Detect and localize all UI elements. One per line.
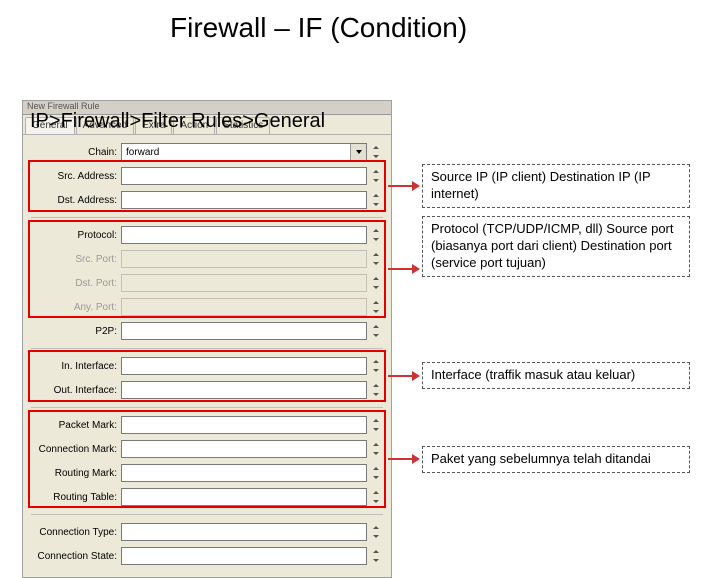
packet-mark-input[interactable] [121, 416, 367, 434]
label-protocol: Protocol: [31, 230, 121, 241]
label-routing-mark: Routing Mark: [31, 468, 121, 479]
label-in-interface: In. Interface: [31, 361, 121, 372]
connection-mark-input[interactable] [121, 440, 367, 458]
dst-address-input[interactable] [121, 191, 367, 209]
in-interface-input[interactable] [121, 357, 367, 375]
form-area: Chain: forward Src. Address: Dst. Addres… [23, 135, 391, 571]
chain-value: forward [126, 147, 159, 158]
annotation-protocol: Protocol (TCP/UDP/ICMP, dll) Source port… [422, 216, 690, 277]
field-stepper [369, 274, 383, 292]
src-address-input[interactable] [121, 167, 367, 185]
chain-select[interactable]: forward [121, 143, 367, 161]
label-packet-mark: Packet Mark: [31, 420, 121, 431]
field-stepper[interactable] [369, 226, 383, 244]
label-chain: Chain: [31, 147, 121, 158]
label-out-interface: Out. Interface: [31, 385, 121, 396]
field-stepper[interactable] [369, 167, 383, 185]
chevron-down-icon [350, 144, 366, 160]
annotation-mark: Paket yang sebelumnya telah ditandai [422, 446, 690, 473]
firewall-rule-dialog: New Firewall Rule General Advanced Extra… [22, 100, 392, 578]
label-src-port: Src. Port: [31, 254, 121, 265]
connection-type-input[interactable] [121, 523, 367, 541]
field-stepper[interactable] [369, 523, 383, 541]
field-stepper[interactable] [369, 191, 383, 209]
annotation-interface: Interface (traffik masuk atau keluar) [422, 362, 690, 389]
label-connection-mark: Connection Mark: [31, 444, 121, 455]
p2p-input[interactable] [121, 322, 367, 340]
dst-port-input [121, 274, 367, 292]
field-stepper [369, 250, 383, 268]
field-stepper[interactable] [369, 488, 383, 506]
connection-state-input[interactable] [121, 547, 367, 565]
arrow-icon [388, 375, 418, 376]
field-stepper[interactable] [369, 440, 383, 458]
label-dst-port: Dst. Port: [31, 278, 121, 289]
field-stepper[interactable] [369, 143, 383, 161]
page-title: Firewall – IF (Condition) [170, 12, 467, 44]
protocol-input[interactable] [121, 226, 367, 244]
routing-table-input[interactable] [121, 488, 367, 506]
arrow-icon [388, 458, 418, 459]
breadcrumb: IP>Firewall>Filter Rules>General [30, 110, 325, 133]
field-stepper[interactable] [369, 322, 383, 340]
field-stepper [369, 298, 383, 316]
label-src-address: Src. Address: [31, 171, 121, 182]
label-connection-state: Connection State: [31, 551, 121, 562]
label-any-port: Any. Port: [31, 302, 121, 313]
arrow-icon [388, 268, 418, 269]
annotation-address: Source IP (IP client) Destination IP (IP… [422, 164, 690, 208]
routing-mark-input[interactable] [121, 464, 367, 482]
label-connection-type: Connection Type: [31, 527, 121, 538]
out-interface-input[interactable] [121, 381, 367, 399]
label-dst-address: Dst. Address: [31, 195, 121, 206]
src-port-input [121, 250, 367, 268]
any-port-input [121, 298, 367, 316]
label-p2p: P2P: [31, 326, 121, 337]
label-routing-table: Routing Table: [31, 492, 121, 503]
field-stepper[interactable] [369, 381, 383, 399]
field-stepper[interactable] [369, 547, 383, 565]
field-stepper[interactable] [369, 357, 383, 375]
field-stepper[interactable] [369, 416, 383, 434]
arrow-icon [388, 185, 418, 186]
field-stepper[interactable] [369, 464, 383, 482]
